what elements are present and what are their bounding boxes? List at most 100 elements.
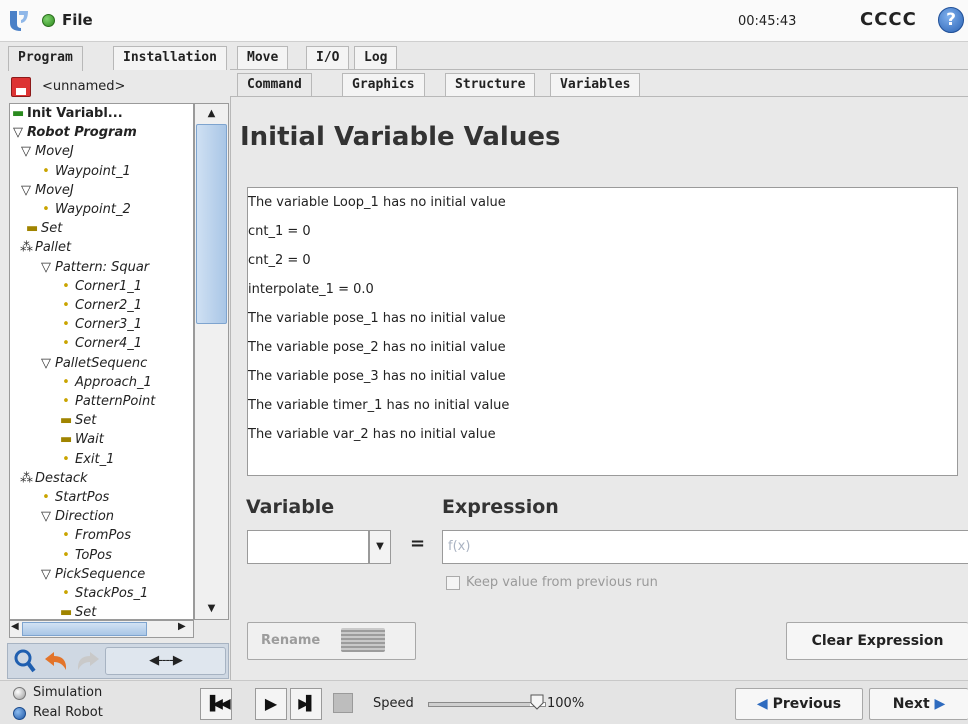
previous-button[interactable]: ◀ Previous [735, 688, 863, 720]
tree-node-label: MoveJ [35, 182, 74, 198]
program-name: <unnamed> [42, 79, 126, 94]
move-node-button[interactable]: ◀----▶ [105, 647, 226, 675]
tree-node[interactable]: ▬ Set [60, 604, 97, 620]
tree-node[interactable]: • Corner3_1 [60, 316, 142, 333]
speed-slider-handle[interactable] [530, 694, 544, 710]
keep-value-label: Keep value from previous run [466, 575, 658, 590]
tree-node-label: Corner1_1 [75, 278, 142, 294]
tree-node[interactable]: • StackPos_1 [60, 585, 148, 602]
variable-list-item[interactable]: cnt_2 = 0 [248, 253, 311, 268]
tree-node-icon: • [62, 336, 70, 352]
real-robot-radio[interactable] [13, 707, 26, 720]
undo-icon[interactable] [43, 650, 69, 672]
file-menu[interactable]: File [62, 11, 93, 29]
tree-node-label: Set [75, 605, 97, 620]
tree-node[interactable]: ▬ Set [26, 220, 62, 237]
tree-node[interactable]: • Exit_1 [60, 451, 114, 468]
tree-node-label: Set [41, 221, 63, 237]
help-icon[interactable]: ? [938, 7, 964, 33]
tree-node-label: PatternPoint [75, 394, 156, 409]
tree-node-label: StartPos [55, 490, 110, 505]
expression-input[interactable]: f(x) [442, 530, 968, 564]
variable-list-item[interactable]: The variable var_2 has no initial value [248, 427, 496, 442]
tree-node[interactable]: ▬ Set [60, 412, 96, 429]
keep-value-checkbox[interactable] [446, 576, 460, 590]
variable-list-item[interactable]: The variable timer_1 has no initial valu… [248, 398, 509, 413]
tree-node[interactable]: • PatternPoint [60, 393, 155, 410]
scroll-up-icon[interactable]: ▲ [194, 103, 229, 125]
variable-list-item[interactable]: The variable pose_2 has no initial value [248, 340, 506, 355]
chevron-down-icon[interactable]: ▼ [369, 530, 391, 564]
tree-node[interactable]: ▽ MoveJ [20, 143, 74, 160]
tree-node[interactable]: ▽ PalletSequenc [40, 355, 147, 372]
play-icon: ▶ [264, 694, 278, 713]
tree-node-icon: • [42, 202, 50, 217]
tree-node[interactable]: ▽ PickSequence [40, 566, 145, 583]
tree-node[interactable]: • ToPos [60, 547, 112, 564]
skip-to-start-button[interactable]: ▐◀◀ [200, 688, 232, 720]
variable-list-item[interactable]: The variable pose_3 has no initial value [248, 369, 506, 384]
scroll-down-icon[interactable]: ▼ [194, 598, 229, 620]
tree-node-icon: ▽ [41, 566, 51, 582]
tree-node[interactable]: ⁂ Destack [20, 470, 88, 487]
tree-node-icon: ▬ [60, 605, 73, 620]
subtab-command[interactable]: Command [237, 73, 312, 97]
play-button[interactable]: ▶ [255, 688, 287, 720]
tree-node-icon: • [62, 394, 70, 409]
redo-icon[interactable] [75, 650, 101, 672]
tree-node[interactable]: • Corner1_1 [60, 278, 142, 295]
tree-node[interactable]: • Waypoint_2 [40, 201, 131, 218]
tree-node-icon: • [62, 547, 70, 563]
tree-node-icon: ▽ [41, 509, 51, 525]
clear-expression-button[interactable]: Clear Expression [786, 622, 968, 660]
tree-node[interactable]: ▬ Init Variabl... [12, 105, 123, 122]
tree-node[interactable]: • Corner4_1 [60, 335, 142, 352]
tree-node[interactable]: ▽ MoveJ [20, 182, 74, 199]
tree-node[interactable]: • StartPos [40, 489, 109, 506]
variable-list-item[interactable]: cnt_1 = 0 [248, 224, 311, 239]
tree-node-label: Corner3_1 [75, 317, 142, 333]
subtab-variables[interactable]: Variables [550, 73, 641, 96]
tab-program[interactable]: Program [8, 46, 83, 71]
tab-divider [230, 69, 968, 70]
tree-node[interactable]: • Waypoint_1 [40, 163, 131, 180]
variable-list-item[interactable]: The variable Loop_1 has no initial value [248, 195, 506, 210]
tree-node[interactable]: ▽ Robot Program [12, 124, 137, 141]
tree-node-label: Corner2_1 [75, 298, 142, 313]
tree-node[interactable]: • FromPos [60, 527, 131, 544]
simulation-radio[interactable] [13, 687, 26, 700]
next-button[interactable]: Next ▶ [869, 688, 968, 720]
next-label: Next [892, 696, 930, 712]
variable-select[interactable] [247, 530, 369, 564]
tab-log[interactable]: Log [354, 46, 398, 70]
tree-node-label: Exit_1 [75, 451, 115, 467]
tree-scroll-thumb[interactable] [196, 124, 227, 324]
tree-node[interactable]: ▽ Pattern: Squar [40, 259, 149, 276]
stop-button[interactable] [333, 693, 353, 713]
tree-node[interactable]: • Corner2_1 [60, 297, 142, 314]
tree-node[interactable]: ⁂ Pallet [20, 239, 71, 256]
subtab-graphics[interactable]: Graphics [342, 73, 425, 96]
equals-sign: = [410, 533, 426, 554]
tree-node[interactable]: ▽ Direction [40, 508, 114, 525]
robot-status-icon [42, 14, 55, 27]
tree-node[interactable]: ▬ Wait [60, 431, 104, 448]
tree-node-icon: • [42, 490, 50, 505]
tree-node[interactable]: • Approach_1 [60, 374, 152, 391]
tree-node-label: Corner4_1 [75, 336, 142, 352]
search-icon[interactable] [13, 648, 37, 674]
step-button[interactable]: ▶▌ [290, 688, 322, 720]
tab-installation[interactable]: Installation [113, 46, 227, 70]
save-icon[interactable] [11, 77, 31, 97]
rename-button[interactable]: Rename [247, 622, 416, 660]
scroll-right-icon[interactable]: ▶ [178, 621, 186, 632]
tab-io[interactable]: I/O [306, 46, 350, 70]
variable-list-item[interactable]: The variable pose_1 has no initial value [248, 311, 506, 326]
tree-hscroll-thumb[interactable] [22, 622, 147, 636]
subtab-structure[interactable]: Structure [445, 73, 536, 96]
tab-move[interactable]: Move [237, 46, 289, 70]
scroll-left-icon[interactable]: ◀ [11, 621, 19, 632]
tree-node-label: Waypoint_1 [55, 163, 131, 179]
program-tree[interactable]: ▬ Init Variabl... ▽ Robot Program ▽ MoveJ • Way… [9, 103, 194, 620]
variable-list-item[interactable]: interpolate_1 = 0.0 [248, 282, 374, 297]
